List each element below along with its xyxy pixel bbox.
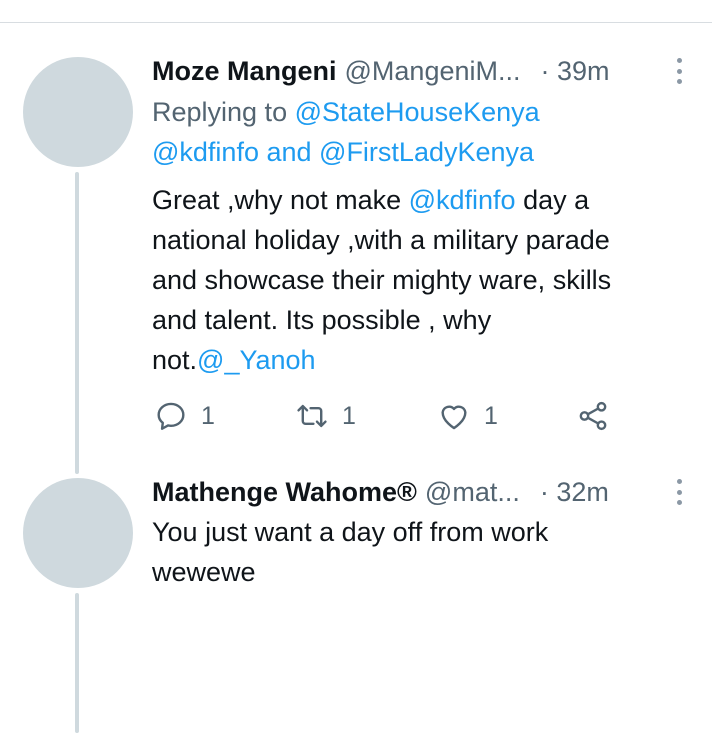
retweet-button[interactable]: 1 — [295, 396, 356, 436]
share-icon — [579, 401, 607, 431]
replying-to-label: Replying to — [152, 97, 295, 127]
like-button[interactable]: 1 — [437, 396, 498, 436]
mention-link[interactable]: @FirstLadyKenya — [319, 137, 534, 167]
comment-icon — [157, 402, 185, 430]
share-button[interactable] — [576, 396, 610, 436]
tweet-time[interactable]: · 39m — [541, 56, 610, 87]
replying-to-joiner: and — [258, 137, 320, 167]
author-name[interactable]: Moze Mangeni — [152, 56, 337, 87]
replying-to: Replying to @StateHouseKenya — [152, 92, 540, 132]
thread-line — [75, 172, 79, 474]
heart-icon — [441, 405, 467, 430]
retweet-count: 1 — [342, 401, 356, 430]
more-icon[interactable] — [672, 56, 686, 86]
tweet-text-line: wewewe — [152, 557, 256, 587]
mention-link[interactable]: @_Yanoh — [197, 345, 316, 375]
tweet-text: You just want a day off from work wewewe — [152, 512, 692, 592]
tweet-text-line: and talent. Its possible , why — [152, 305, 492, 335]
tweet-text-line: national holiday ,with a military parade — [152, 225, 610, 255]
tweet-header: Moze Mangeni @MangeniM... · 39m — [152, 54, 652, 88]
tweet-text: Great ,why not make @kdfinfo day a natio… — [152, 180, 692, 380]
replying-to-continued: @kdfinfo and @FirstLadyKenya — [152, 132, 534, 172]
more-icon[interactable] — [672, 477, 686, 507]
tweet-text-line: and showcase their mighty ware, skills — [152, 265, 612, 295]
reply-button[interactable]: 1 — [154, 396, 215, 436]
reply-count: 1 — [201, 401, 215, 430]
mention-link[interactable]: @StateHouseKenya — [295, 97, 540, 127]
tweet-time[interactable]: · 32m — [540, 477, 609, 508]
author-handle[interactable]: @mat... — [425, 477, 520, 508]
avatar[interactable] — [23, 478, 133, 588]
like-count: 1 — [484, 401, 498, 430]
tweet-text-segment: day a — [515, 185, 590, 215]
tweet-text-segment: Great ,why not make — [152, 185, 409, 215]
tweet-header: Mathenge Wahome® @mat... · 32m — [152, 475, 652, 509]
tweet-text-segment: not. — [152, 345, 198, 375]
thread-line — [75, 593, 79, 733]
retweet-icon — [297, 404, 327, 428]
author-handle[interactable]: @MangeniM... — [345, 56, 521, 87]
mention-link[interactable]: @kdfinfo — [409, 185, 516, 215]
author-name[interactable]: Mathenge Wahome® — [152, 477, 417, 508]
tweet-actions: 1 1 1 — [152, 396, 632, 436]
top-divider — [0, 22, 712, 23]
tweet-text-line: Great ,why not make @kdfinfo day a — [152, 180, 692, 220]
mention-link[interactable]: @kdfinfo — [152, 137, 259, 167]
tweet-text-line: You just want a day off from work — [152, 517, 549, 547]
tweet-text-line: not.@_Yanoh — [152, 340, 692, 380]
avatar[interactable] — [23, 57, 133, 167]
